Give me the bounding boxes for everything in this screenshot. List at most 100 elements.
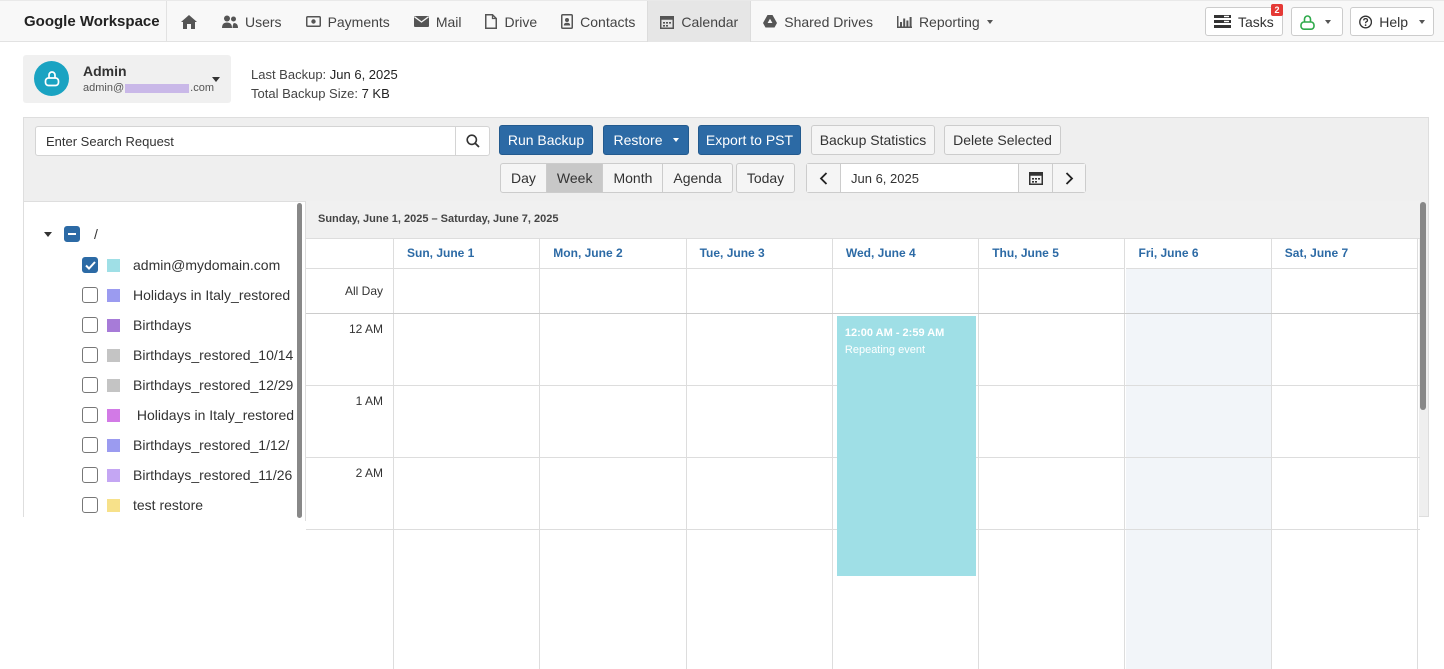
delete-selected-button[interactable]: Delete Selected (944, 125, 1061, 155)
chevron-down-icon (986, 19, 993, 24)
day-header[interactable]: Tue, June 3 (686, 239, 833, 269)
nav-item-payments[interactable]: Payments (294, 1, 402, 42)
calendar-tree: / admin@mydomain.com Holidays in Italy_re… (24, 201, 305, 521)
nav-item-label: Shared Drives (784, 13, 873, 30)
nav-item-calendar[interactable]: Calendar (647, 1, 752, 42)
day-column[interactable] (1126, 269, 1272, 669)
day-header[interactable]: Wed, June 4 (832, 239, 980, 269)
tree-root-checkbox[interactable] (64, 226, 80, 242)
account-name: Admin (83, 63, 127, 79)
nav-item-reporting[interactable]: Reporting (885, 1, 1005, 42)
tree-item-checkbox[interactable] (82, 317, 98, 333)
tasks-count-badge: 2 (1271, 4, 1283, 16)
tree-item-label: Birthdays_restored_1/12/ (133, 437, 290, 453)
today-button[interactable]: Today (736, 163, 795, 193)
mail-icon (413, 16, 429, 27)
day-header[interactable]: Fri, June 6 (1125, 239, 1272, 269)
tree-item-checkbox[interactable] (82, 257, 98, 273)
tree-item[interactable]: Birthdays_restored_10/14 (82, 345, 293, 365)
tree-item-checkbox[interactable] (82, 497, 98, 513)
day-header[interactable]: Thu, June 5 (979, 239, 1126, 269)
date-picker-button[interactable] (1018, 164, 1052, 192)
calendar-icon (1028, 172, 1043, 185)
day-column[interactable] (394, 269, 541, 669)
run-backup-button[interactable]: Run Backup (499, 125, 593, 155)
tree-item-label: Holidays in Italy_restored (133, 287, 291, 303)
calendar-color-swatch (107, 378, 120, 392)
user-menu-button[interactable] (1291, 7, 1343, 36)
tree-item[interactable]: Birthdays_restored_1/12/ (82, 435, 289, 455)
date-navigator: Jun 6, 2025 (806, 163, 1086, 193)
day-column[interactable] (687, 269, 833, 669)
contacts-icon (561, 14, 574, 29)
help-label: Help (1379, 13, 1408, 30)
day-column[interactable] (1272, 269, 1419, 669)
view-day-button[interactable]: Day (501, 164, 547, 192)
next-button[interactable] (1052, 164, 1085, 192)
tree-item-label: Birthdays_restored_11/26 (133, 467, 293, 483)
event-title: Repeating event (844, 344, 926, 356)
prev-button[interactable] (807, 164, 840, 192)
nav-item-home[interactable] (168, 1, 210, 42)
help-icon (1359, 14, 1373, 29)
tree-root-label: / (94, 226, 98, 242)
restore-button[interactable]: Restore (603, 125, 689, 155)
tree-item[interactable]: Holidays in Italy_restored (82, 405, 294, 425)
restore-label: Restore (613, 132, 663, 148)
total-size-value: 7 KB (361, 86, 390, 101)
view-agenda-button[interactable]: Agenda (663, 164, 731, 192)
tree-item-label: Birthdays (133, 317, 192, 333)
tasks-button[interactable]: Tasks 2 (1205, 4, 1283, 36)
tree-scrollbar[interactable] (297, 203, 302, 518)
tasks-icon (1214, 15, 1231, 28)
nav-item-label: Drive (504, 13, 538, 30)
brand-title[interactable]: Google Workspace (0, 1, 167, 42)
tree-item-checkbox[interactable] (82, 407, 98, 423)
tree-item[interactable]: Birthdays (82, 315, 191, 335)
tree-item-checkbox[interactable] (82, 287, 98, 303)
tree-item-checkbox[interactable] (82, 347, 98, 363)
search-input[interactable] (36, 127, 456, 155)
tree-item[interactable]: Holidays in Italy_restored (82, 285, 290, 305)
nav-item-users[interactable]: Users (210, 1, 294, 42)
nav-item-shared-drives[interactable]: Shared Drives (751, 1, 885, 42)
nav-item-drive[interactable]: Drive (473, 1, 549, 42)
account-email: admin@ .com (83, 82, 214, 94)
export-pst-button[interactable]: Export to PST (698, 125, 801, 155)
backup-statistics-button[interactable]: Backup Statistics (811, 125, 935, 155)
view-month-button[interactable]: Month (603, 164, 664, 192)
tree-item[interactable]: Birthdays_restored_11/26 (82, 465, 292, 485)
view-week-button[interactable]: Week (546, 164, 604, 192)
help-button[interactable]: Help (1350, 7, 1434, 36)
search-icon (465, 134, 480, 148)
search-button[interactable] (455, 127, 489, 155)
nav-item-label: Contacts (580, 13, 636, 30)
nav-item-contacts[interactable]: Contacts (549, 1, 647, 42)
expand-toggle-icon[interactable] (44, 231, 52, 237)
tree-item-checkbox[interactable] (82, 437, 98, 453)
top-navbar: Google Workspace Users Payments Mail Dri… (0, 0, 1444, 42)
tree-item-checkbox[interactable] (82, 467, 98, 483)
nav-item-label: Mail (435, 13, 462, 30)
day-header[interactable]: Sun, June 1 (394, 239, 541, 269)
payments-icon (305, 16, 321, 27)
day-column[interactable] (979, 269, 1126, 669)
day-header[interactable]: Mon, June 2 (540, 239, 687, 269)
calendar-event[interactable]: 12:00 AM - 2:59 AM Repeating event (836, 316, 977, 576)
tree-item[interactable]: test restore (82, 495, 203, 515)
search-box (35, 126, 490, 156)
date-input[interactable]: Jun 6, 2025 (840, 164, 1018, 192)
calendar-color-swatch (107, 468, 120, 482)
tree-item[interactable]: admin@mydomain.com (82, 255, 280, 275)
tree-item[interactable]: Birthdays_restored_12/29 (82, 375, 293, 395)
nav-item-mail[interactable]: Mail (402, 1, 474, 42)
total-backup-size: Total Backup Size: 7 KB (251, 84, 398, 103)
chevron-down-icon (212, 77, 220, 82)
account-selector[interactable]: Admin admin@ .com (23, 55, 231, 103)
day-header[interactable]: Sat, June 7 (1271, 239, 1419, 269)
calendar-color-swatch (107, 258, 120, 272)
calendar-scrollbar[interactable] (1420, 202, 1426, 410)
tree-item-checkbox[interactable] (82, 377, 98, 393)
tree-item-label: Birthdays_restored_10/14 (133, 347, 294, 363)
day-column[interactable] (540, 269, 687, 669)
